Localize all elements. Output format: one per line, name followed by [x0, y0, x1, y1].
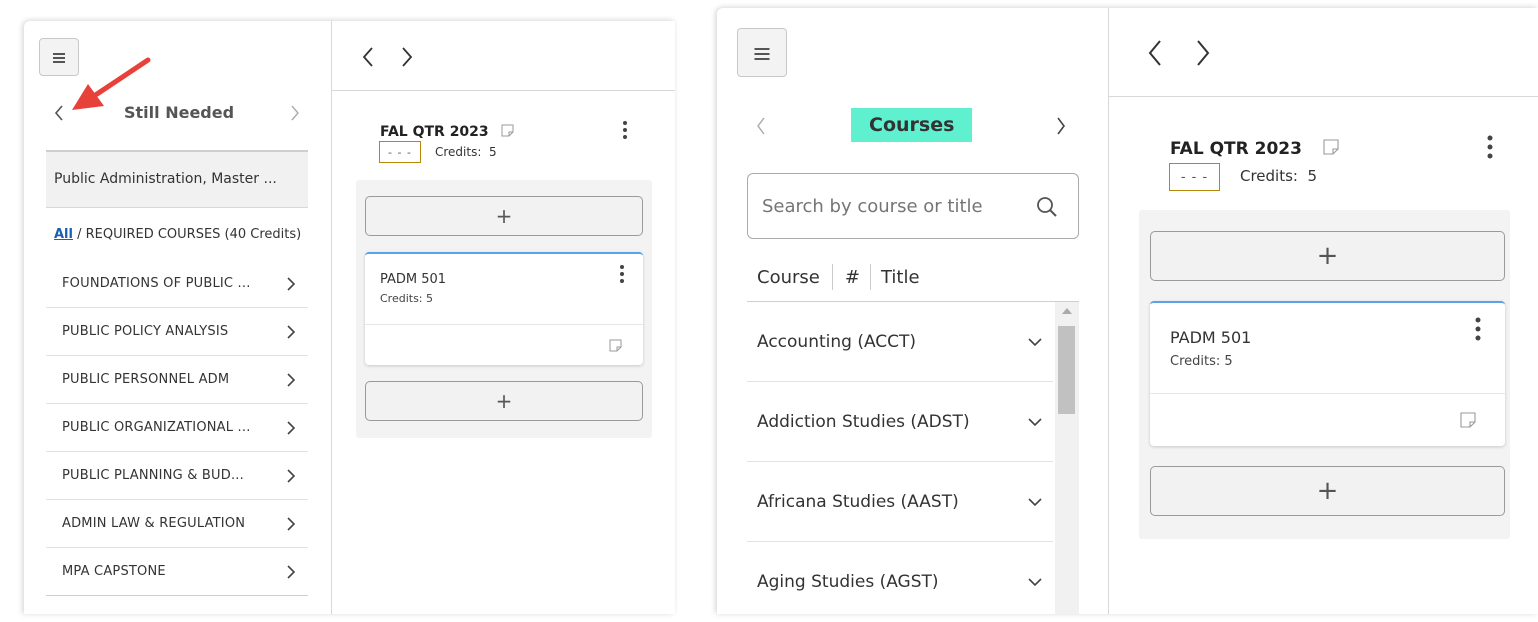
subject-label: Accounting (ACCT) [757, 331, 917, 352]
term-title: FAL QTR 2023 [1170, 139, 1302, 159]
course-code: PADM 501 [1170, 328, 1252, 347]
chevron-right-icon [286, 516, 308, 532]
scroll-up-icon[interactable] [1062, 308, 1072, 314]
requirement-label: PUBLIC POLICY ANALYSIS [62, 324, 229, 339]
sidebar-title: Courses [851, 108, 973, 142]
right-screenshot-panel: Courses Course # Title Accounting (ACCT)… [717, 8, 1538, 614]
subject-row[interactable]: Addiction Studies (ADST) [747, 382, 1053, 462]
subject-row[interactable]: Aging Studies (AGST) [747, 542, 1053, 622]
breadcrumb-current: / REQUIRED COURSES (40 Credits) [72, 227, 302, 242]
column-header-course[interactable]: Course [757, 267, 820, 288]
header-divider [332, 90, 675, 91]
breadcrumb: All / REQUIRED COURSES (40 Credits) [54, 227, 301, 242]
requirement-item[interactable]: MPA CAPSTONE [46, 548, 308, 596]
card-divider [365, 324, 643, 325]
add-course-button[interactable]: + [1150, 231, 1505, 281]
requirement-item[interactable]: PUBLIC POLICY ANALYSIS [46, 308, 308, 356]
subject-label: Aging Studies (AGST) [757, 572, 939, 592]
note-icon[interactable] [609, 339, 622, 352]
scrollbar-track[interactable] [1055, 302, 1079, 614]
requirement-label: FOUNDATIONS OF PUBLIC ... [62, 276, 251, 291]
term-title: FAL QTR 2023 [380, 124, 489, 140]
course-menu-icon[interactable] [619, 264, 625, 284]
course-code: PADM 501 [380, 272, 447, 287]
arrow-icon [66, 56, 156, 114]
course-search[interactable] [747, 173, 1079, 239]
term-menu-icon[interactable] [622, 120, 628, 140]
requirement-label: PUBLIC PERSONNEL ADM [62, 372, 230, 387]
prev-page-button[interactable] [361, 46, 375, 68]
chevron-down-icon [1027, 337, 1053, 347]
chevron-right-icon [286, 420, 308, 436]
chevron-right-icon [286, 324, 308, 340]
add-course-button[interactable]: + [365, 381, 643, 421]
requirement-label: PUBLIC PLANNING & BUD... [62, 468, 244, 483]
column-headers: Course # Title [757, 263, 920, 291]
add-course-button[interactable]: + [1150, 466, 1505, 516]
search-icon[interactable] [1036, 196, 1058, 218]
prev-arrow-button[interactable] [755, 116, 767, 136]
subject-label: Addiction Studies (ADST) [757, 411, 970, 432]
subject-label: Africana Studies (AAST) [757, 491, 959, 512]
course-credits: Credits: 5 [1170, 354, 1233, 369]
course-card[interactable]: PADM 501 Credits: 5 [1150, 301, 1505, 446]
scrollbar-thumb[interactable] [1058, 326, 1075, 414]
add-course-button[interactable]: + [365, 196, 643, 236]
column-header-title[interactable]: Title [881, 267, 920, 288]
requirement-item[interactable]: FOUNDATIONS OF PUBLIC ... [46, 260, 308, 308]
panel-divider [1108, 8, 1109, 614]
requirement-item[interactable]: PUBLIC ORGANIZATIONAL ... [46, 404, 308, 452]
chevron-down-icon [1027, 577, 1053, 587]
subject-row[interactable]: Accounting (ACCT) [747, 302, 1053, 382]
panel-divider [331, 21, 332, 614]
degree-label: Public Administration, Master ... [54, 171, 277, 187]
breadcrumb-all-link[interactable]: All [54, 227, 73, 242]
term-status-placeholder[interactable]: - - - [1169, 163, 1220, 191]
requirement-label: MPA CAPSTONE [62, 564, 166, 579]
chevron-right-icon [286, 468, 308, 484]
search-input[interactable] [762, 192, 1012, 220]
chevron-right-icon [286, 276, 308, 292]
note-icon[interactable] [501, 124, 514, 137]
header-divider [1109, 96, 1538, 97]
note-icon[interactable] [1323, 139, 1339, 155]
menu-button[interactable] [737, 28, 787, 77]
degree-row[interactable]: Public Administration, Master ... [46, 150, 308, 208]
requirement-item[interactable]: PUBLIC PLANNING & BUD... [46, 452, 308, 500]
next-arrow-button[interactable] [289, 104, 301, 122]
chevron-down-icon [1027, 417, 1053, 427]
course-credits: Credits: 5 [380, 292, 434, 305]
prev-page-button[interactable] [1147, 39, 1163, 67]
requirement-item[interactable]: PUBLIC PERSONNEL ADM [46, 356, 308, 404]
term-credits: Credits: 5 [435, 145, 497, 159]
subject-row[interactable]: Africana Studies (AAST) [747, 462, 1053, 542]
term-menu-icon[interactable] [1486, 134, 1494, 160]
next-page-button[interactable] [1195, 39, 1211, 67]
chevron-down-icon [1027, 497, 1053, 507]
prev-arrow-button[interactable] [53, 104, 65, 122]
requirement-label: ADMIN LAW & REGULATION [62, 516, 246, 531]
requirement-label: PUBLIC ORGANIZATIONAL ... [62, 420, 251, 435]
column-header-number[interactable]: # [845, 267, 860, 288]
note-icon[interactable] [1460, 412, 1476, 428]
term-status-placeholder[interactable]: - - - [379, 141, 421, 163]
card-divider [1150, 393, 1505, 394]
next-arrow-button[interactable] [1055, 116, 1067, 136]
next-page-button[interactable] [400, 46, 414, 68]
requirement-item[interactable]: ADMIN LAW & REGULATION [46, 500, 308, 548]
course-card[interactable]: PADM 501 Credits: 5 [365, 252, 643, 365]
chevron-right-icon [286, 372, 308, 388]
course-menu-icon[interactable] [1474, 316, 1482, 342]
chevron-right-icon [286, 564, 308, 580]
term-credits: Credits: 5 [1240, 167, 1318, 185]
